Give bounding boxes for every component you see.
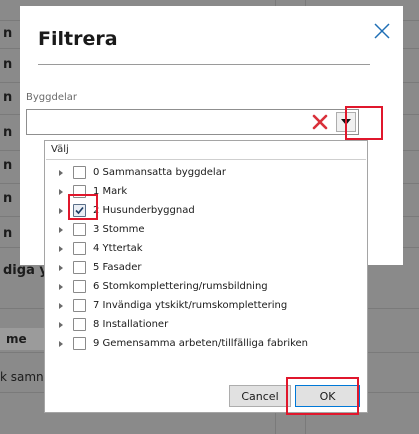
cancel-button[interactable]: Cancel <box>229 385 291 407</box>
byggdelar-label: Byggdelar <box>26 92 77 103</box>
expand-arrow-icon[interactable] <box>57 240 67 257</box>
expand-arrow-icon[interactable] <box>57 278 67 295</box>
byggdelar-dropdown-popup: Välj 0 Sammansatta byggdelar 1 Mark 2 Hu… <box>44 140 368 413</box>
close-button[interactable] <box>371 20 393 42</box>
tree-item-label: 4 Yttertak <box>93 243 143 254</box>
dropdown-toggle-button[interactable] <box>336 112 356 132</box>
tree-item[interactable]: 8 Installationer <box>57 316 168 333</box>
checkmark-icon <box>75 206 84 215</box>
byggdelar-combobox[interactable] <box>26 109 359 135</box>
tree-item-label: 2 Husunderbyggnad <box>93 205 195 216</box>
tree-item[interactable]: 2 Husunderbyggnad <box>57 202 195 219</box>
tree-item-checkbox[interactable] <box>73 166 86 179</box>
tree-item-label: 5 Fasader <box>93 262 142 273</box>
expand-arrow-icon[interactable] <box>57 164 67 181</box>
dropdown-header: Välj <box>51 144 69 155</box>
close-icon <box>374 23 390 39</box>
dialog-title: Filtrera <box>38 28 118 50</box>
tree-item-checkbox[interactable] <box>73 185 86 198</box>
tree-item-label: 3 Stomme <box>93 224 145 235</box>
expand-arrow-icon[interactable] <box>57 259 67 276</box>
tree-item-checkbox[interactable] <box>73 223 86 236</box>
tree-item-label: 8 Installationer <box>93 319 169 330</box>
tree-item-label: 7 Invändiga ytskikt/rumskomplettering <box>93 300 288 311</box>
background-column-header: me <box>0 328 45 350</box>
background-row-label: n <box>3 90 13 105</box>
tree-item-label: 9 Gemensamma arbeten/tillfälliga fabrike… <box>93 338 309 349</box>
tree-item[interactable]: 5 Fasader <box>57 259 141 276</box>
background-cell-text: k samn <box>0 370 44 384</box>
tree-item-checkbox[interactable] <box>73 242 86 255</box>
tree-item-checkbox[interactable] <box>73 204 86 217</box>
dropdown-header-divider <box>46 159 366 160</box>
tree-item[interactable]: 3 Stomme <box>57 221 145 238</box>
tree-item-checkbox[interactable] <box>73 299 86 312</box>
tree-item-checkbox[interactable] <box>73 318 86 331</box>
title-divider <box>38 64 370 65</box>
tree-item-label: 6 Stomkomplettering/rumsbildning <box>93 281 268 292</box>
tree-item[interactable]: 7 Invändiga ytskikt/rumskomplettering <box>57 297 287 314</box>
clear-selection-button[interactable] <box>310 112 330 132</box>
expand-arrow-icon[interactable] <box>57 297 67 314</box>
tree-item[interactable]: 6 Stomkomplettering/rumsbildning <box>57 278 268 295</box>
tree-item[interactable]: 0 Sammansatta byggdelar <box>57 164 226 181</box>
background-row-label: n <box>3 26 13 41</box>
dropdown-arrow-icon <box>341 119 351 125</box>
tree-item-label: 1 Mark <box>93 186 128 197</box>
background-row-label: n <box>3 125 13 140</box>
expand-arrow-icon[interactable] <box>57 183 67 200</box>
expand-arrow-icon[interactable] <box>57 316 67 333</box>
tree-item-checkbox[interactable] <box>73 261 86 274</box>
expand-arrow-icon[interactable] <box>57 202 67 219</box>
tree-item[interactable]: 1 Mark <box>57 183 127 200</box>
tree-item[interactable]: 9 Gemensamma arbeten/tillfälliga fabrike… <box>57 335 308 352</box>
tree-item-label: 0 Sammansatta byggdelar <box>93 167 226 178</box>
ok-button[interactable]: OK <box>295 385 360 407</box>
background-row-label: n <box>3 191 13 206</box>
background-row-label: n <box>3 57 13 72</box>
background-row-label: n <box>3 226 13 241</box>
background-row-label: n <box>3 158 13 173</box>
clear-x-icon <box>312 114 328 130</box>
expand-arrow-icon[interactable] <box>57 335 67 352</box>
tree-item-checkbox[interactable] <box>73 337 86 350</box>
expand-arrow-icon[interactable] <box>57 221 67 238</box>
tree-item-checkbox[interactable] <box>73 280 86 293</box>
tree-item[interactable]: 4 Yttertak <box>57 240 143 257</box>
